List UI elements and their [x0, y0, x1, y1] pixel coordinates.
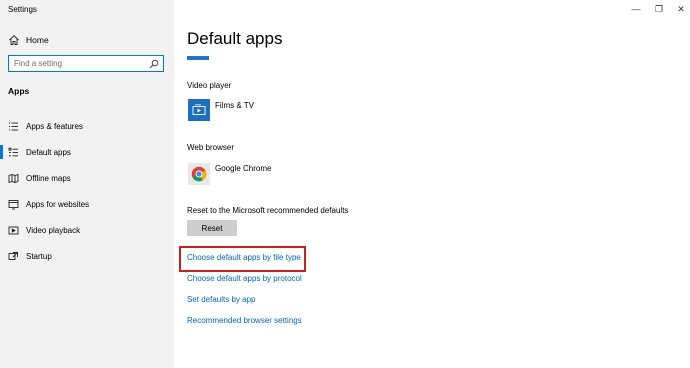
sidebar-item-default-apps[interactable]: Default apps: [0, 139, 174, 165]
sidebar-item-video-playback[interactable]: Video playback: [0, 217, 174, 243]
search-input[interactable]: [9, 59, 149, 68]
sidebar-item-label: Startup: [26, 251, 52, 261]
sidebar-item-label: Apps for websites: [26, 199, 90, 209]
window-title: Settings: [8, 5, 37, 14]
home-nav-item[interactable]: Home: [8, 33, 49, 47]
section-heading-apps: Apps: [8, 86, 30, 96]
set-defaults-by-app-link[interactable]: Set defaults by app: [187, 295, 256, 304]
sidebar-item-apps-for-websites[interactable]: Apps for websites: [0, 191, 174, 217]
close-button[interactable]: ✕: [670, 2, 690, 16]
page-title: Default apps: [187, 29, 283, 48]
choose-by-file-type-link[interactable]: Choose default apps by file type: [187, 253, 301, 262]
search-box: [8, 55, 164, 72]
partial-app-tile: [187, 56, 209, 60]
reset-label: Reset to the Microsoft recommended defau…: [187, 206, 349, 215]
sidebar-item-label: Default apps: [26, 147, 71, 157]
home-label: Home: [26, 35, 49, 45]
sidebar-item-label: Offline maps: [26, 173, 71, 183]
startup-icon: [8, 251, 19, 262]
video-icon: [8, 225, 19, 236]
search-icon[interactable]: [149, 59, 159, 69]
map-icon: [8, 173, 19, 184]
films-tv-app-icon[interactable]: [188, 99, 210, 121]
recommended-browser-settings-link[interactable]: Recommended browser settings: [187, 316, 302, 325]
list-icon: [8, 121, 19, 132]
sidebar-item-label: Apps & features: [26, 121, 83, 131]
sidebar-item-offline-maps[interactable]: Offline maps: [0, 165, 174, 191]
chrome-app-icon[interactable]: [188, 163, 210, 185]
web-apps-icon: [8, 199, 19, 210]
video-player-app-name[interactable]: Films & TV: [215, 101, 254, 110]
home-icon: [8, 34, 20, 46]
sidebar-item-apps-features[interactable]: Apps & features: [0, 113, 174, 139]
minimize-button[interactable]: —: [625, 2, 647, 16]
web-browser-app-name[interactable]: Google Chrome: [215, 164, 271, 173]
sidebar-nav: Apps & features Default apps Offline map…: [0, 113, 174, 269]
choose-by-protocol-link[interactable]: Choose default apps by protocol: [187, 274, 302, 283]
sidebar-item-startup[interactable]: Startup: [0, 243, 174, 269]
default-apps-icon: [8, 147, 19, 158]
web-browser-label: Web browser: [187, 143, 234, 152]
sidebar: Settings Home Apps Apps & features Defau…: [0, 0, 174, 368]
sidebar-item-label: Video playback: [26, 225, 81, 235]
reset-button[interactable]: Reset: [187, 220, 237, 236]
restore-button[interactable]: ❐: [648, 2, 670, 16]
video-player-label: Video player: [187, 81, 232, 90]
